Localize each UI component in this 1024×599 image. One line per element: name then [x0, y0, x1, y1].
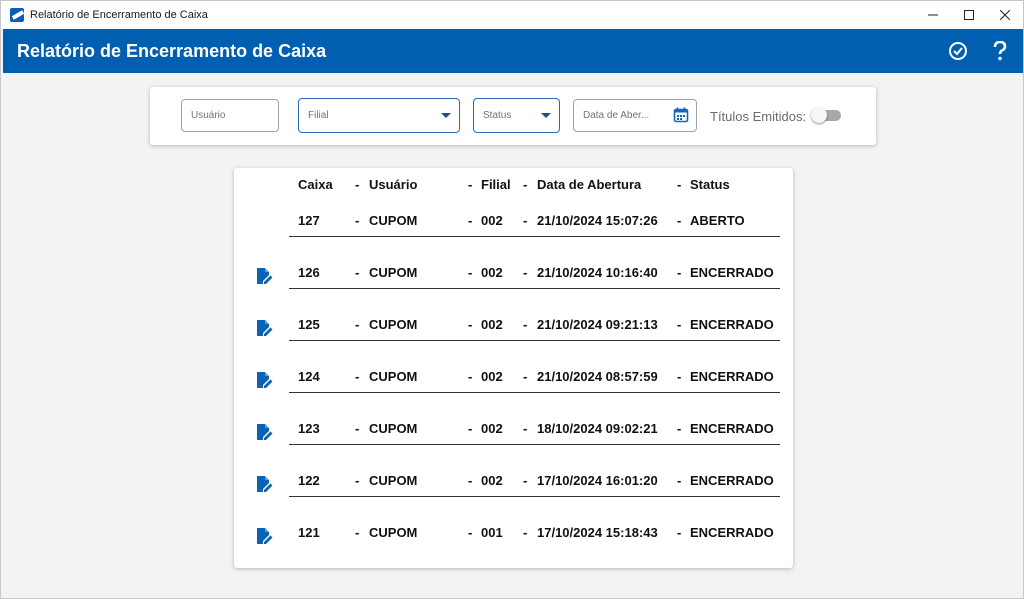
filial-select[interactable]: Filial [298, 98, 460, 133]
cell-separator: - [677, 525, 682, 540]
cell-separator: - [523, 525, 528, 540]
cell-filial: 001 [481, 525, 503, 540]
titulos-emitidos-label: Títulos Emitidos: [710, 109, 807, 124]
table-row: 122- CUPOM -002-17/10/2024 16:01:20- ENCERR… [234, 428, 793, 497]
close-icon [1000, 10, 1010, 20]
usuario-placeholder: Usuário [191, 110, 226, 121]
titulos-emitidos-toggle[interactable] [811, 107, 841, 123]
window-title: Relatório de Encerramento de Caixa [30, 9, 208, 21]
app-window: Relatório de Encerramento de Caixa Relat… [0, 0, 1024, 599]
cell-separator: - [468, 525, 473, 540]
table-row: 121- CUPOM -001-17/10/2024 15:18:43- ENCERR… [234, 480, 793, 544]
usuario-input[interactable]: Usuário [181, 99, 279, 132]
table-row: 124- CUPOM -002-21/10/2024 08:57:59- ENCERR… [234, 324, 793, 393]
close-button[interactable] [987, 1, 1023, 29]
chevron-down-icon [541, 113, 551, 118]
data-abertura-input[interactable]: Data de Aber... [573, 99, 697, 132]
filter-bar: Usuário Filial Status Data de Aber... Tí… [150, 87, 876, 145]
maximize-icon [964, 10, 974, 20]
header-actions [947, 29, 1011, 73]
caixa-table: Caixa - Usuário - Filial - Data de Abert… [234, 168, 793, 568]
data-placeholder: Data de Aber... [583, 110, 650, 121]
toggle-knob [811, 107, 827, 123]
check-circle-icon [949, 42, 967, 60]
calendar-icon[interactable] [673, 107, 689, 123]
maximize-button[interactable] [951, 1, 987, 29]
table-row: 123- CUPOM -002-18/10/2024 09:02:21- ENCERR… [234, 376, 793, 445]
filial-placeholder: Filial [308, 110, 329, 121]
window-controls [915, 1, 1023, 29]
minimize-button[interactable] [915, 1, 951, 29]
table-row: 126- CUPOM -002-21/10/2024 10:16:40- ENCERR… [234, 220, 793, 289]
app-logo-icon [10, 8, 24, 22]
cell-data-abertura: 17/10/2024 15:18:43 [537, 525, 658, 540]
cell-separator: - [355, 525, 360, 540]
chevron-down-icon [441, 113, 451, 118]
status-select[interactable]: Status [473, 98, 560, 133]
title-bar: Relatório de Encerramento de Caixa [1, 1, 1023, 29]
page-title: Relatório de Encerramento de Caixa [17, 40, 327, 61]
table-row: 125- CUPOM -002-21/10/2024 09:21:13- ENCERR… [234, 272, 793, 341]
edit-document-icon[interactable] [255, 527, 273, 545]
confirm-button[interactable] [947, 40, 969, 62]
help-icon [993, 41, 1007, 61]
table-row: 127- CUPOM -002-21/10/2024 15:07:26- ABERTO [234, 168, 793, 237]
cell-caixa: 121 [298, 525, 320, 540]
help-button[interactable] [989, 40, 1011, 62]
app-header: Relatório de Encerramento de Caixa [3, 29, 1023, 73]
cell-status: ENCERRADO [690, 525, 774, 540]
minimize-icon [928, 14, 938, 16]
cell-usuario: CUPOM [369, 525, 418, 540]
status-placeholder: Status [483, 110, 512, 121]
